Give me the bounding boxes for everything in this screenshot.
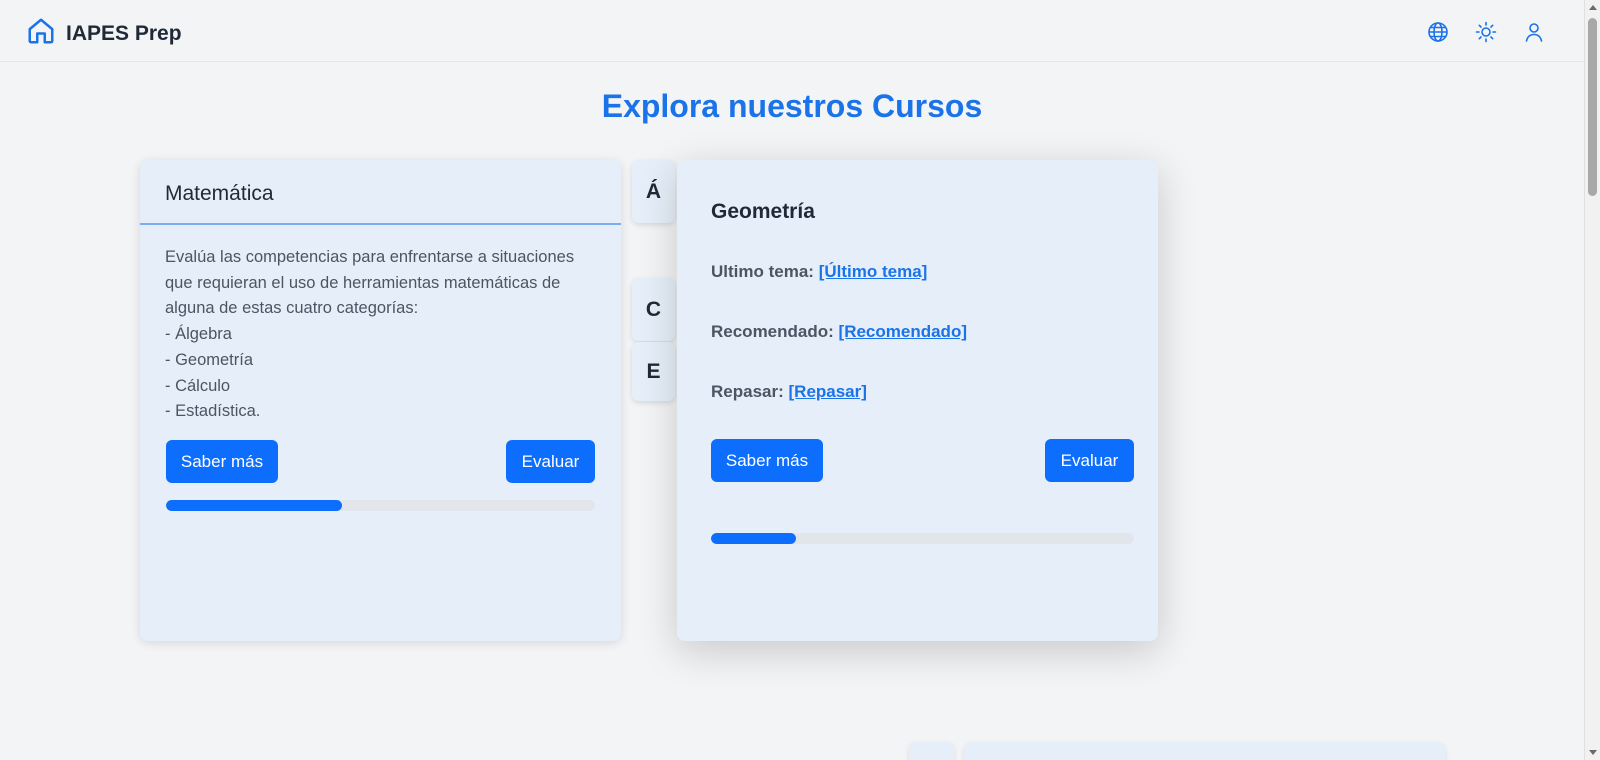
ultimo-tema-link[interactable]: [Último tema]: [819, 262, 928, 281]
brand-name: IAPES Prep: [66, 21, 182, 45]
brand[interactable]: IAPES Prep: [26, 16, 182, 51]
saber-mas-button[interactable]: Saber más: [166, 440, 278, 483]
repasar-link[interactable]: [Repasar]: [789, 382, 867, 401]
course-card-matematica: Matemática Evalúa las competencias para …: [140, 160, 621, 641]
ultimo-tema-row: Ultimo tema: [Último tema]: [711, 262, 927, 282]
recomendado-label: Recomendado:: [711, 322, 834, 341]
recomendado-link[interactable]: [Recomendado]: [839, 322, 967, 341]
topic-card-title: Geometría: [711, 200, 815, 223]
vertical-scrollbar[interactable]: [1584, 0, 1600, 760]
scrollbar-thumb[interactable]: [1588, 18, 1597, 196]
course-progress-fill: [166, 500, 342, 511]
repasar-label: Repasar:: [711, 382, 784, 401]
repasar-row: Repasar: [Repasar]: [711, 382, 867, 402]
tab-calculo[interactable]: C: [632, 278, 675, 341]
next-card-tab[interactable]: [909, 742, 954, 760]
topic-saber-mas-button[interactable]: Saber más: [711, 439, 823, 482]
evaluar-button[interactable]: Evaluar: [506, 440, 595, 483]
topic-evaluar-button[interactable]: Evaluar: [1045, 439, 1134, 482]
page-title: Explora nuestros Cursos: [601, 88, 983, 124]
top-navbar: IAPES Prep: [0, 0, 1584, 62]
scroll-up-arrow-icon[interactable]: [1589, 5, 1597, 10]
ultimo-tema-label: Ultimo tema:: [711, 262, 814, 281]
topic-progress-bar: [711, 533, 1134, 544]
course-card-title: Matemática: [140, 160, 621, 225]
topic-card-geometria: Geometría Ultimo tema: [Último tema] Rec…: [677, 160, 1158, 641]
user-icon[interactable]: [1522, 20, 1546, 44]
sun-icon[interactable]: [1474, 20, 1498, 44]
header-actions: [1426, 20, 1546, 44]
recomendado-row: Recomendado: [Recomendado]: [711, 322, 967, 342]
scroll-down-arrow-icon[interactable]: [1589, 750, 1597, 755]
tab-algebra[interactable]: Á: [632, 160, 675, 223]
topic-progress-fill: [711, 533, 796, 544]
tab-estadistica[interactable]: E: [632, 342, 675, 401]
course-description: Evalúa las competencias para enfrentarse…: [165, 248, 575, 421]
globe-icon[interactable]: [1426, 20, 1450, 44]
course-progress-bar: [166, 500, 595, 511]
next-course-card: [964, 742, 1445, 760]
home-icon[interactable]: [26, 16, 56, 51]
